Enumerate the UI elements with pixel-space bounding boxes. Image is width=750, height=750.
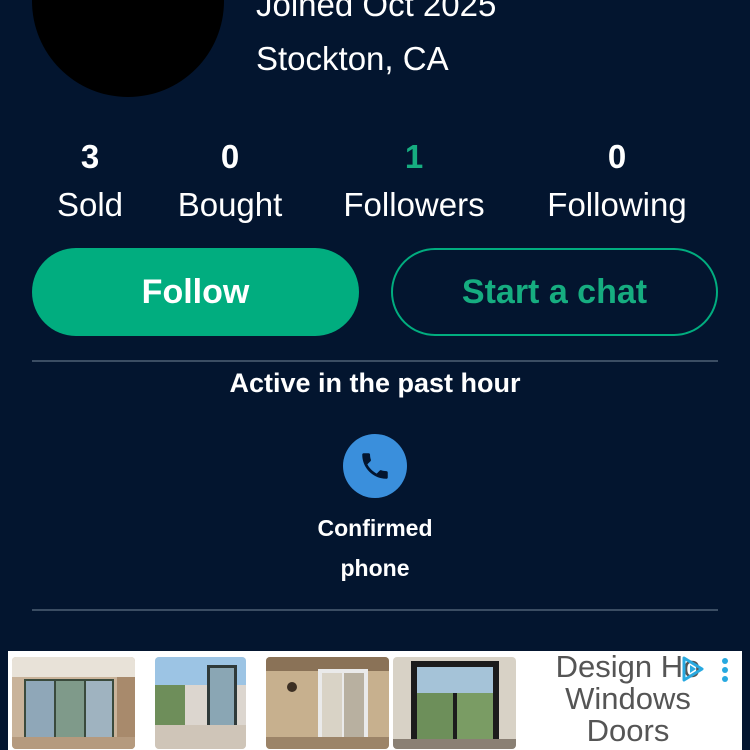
activity-status: Active in the past hour <box>229 368 521 398</box>
location: Stockton, CA <box>256 40 449 77</box>
stat-following[interactable]: 0 Following <box>547 137 686 233</box>
divider-bottom <box>32 609 718 611</box>
stat-sold-value: 3 <box>80 138 100 175</box>
ad-image-2[interactable] <box>155 657 246 749</box>
divider-top <box>32 360 718 362</box>
stat-sold[interactable]: 3 Sold <box>57 137 123 233</box>
adchoices-icon[interactable] <box>680 655 706 683</box>
ad-image-3[interactable] <box>266 657 389 749</box>
joined-date: Joined Oct 2025 <box>256 0 497 23</box>
stat-followers-value: 1 <box>404 138 424 175</box>
stat-following-value: 0 <box>607 138 627 175</box>
start-chat-button[interactable]: Start a chat <box>391 248 718 336</box>
ad-text-line-3: Doors <box>586 713 670 748</box>
stat-bought[interactable]: 0 Bought <box>178 137 283 233</box>
stat-bought-value: 0 <box>220 138 240 175</box>
ad-text-line-2: Windows <box>565 681 691 716</box>
confirmed-phone-badge <box>343 434 407 498</box>
phone-line: phone <box>340 555 410 581</box>
ad-image-4[interactable] <box>393 657 516 749</box>
confirmed-line: Confirmed <box>317 515 433 541</box>
stat-bought-label: Bought <box>177 186 283 223</box>
ad-image-1[interactable] <box>12 657 135 749</box>
stats-row: 3 Sold 0 Bought 1 Followers 0 Following <box>0 137 750 227</box>
stat-sold-label: Sold <box>56 186 124 223</box>
stat-followers[interactable]: 1 Followers <box>343 137 484 233</box>
avatar[interactable] <box>32 0 224 97</box>
phone-icon <box>362 453 388 479</box>
more-options-icon[interactable] <box>720 657 730 685</box>
stat-followers-label: Followers <box>343 186 485 223</box>
confirmed-phone-label: Confirmed phone <box>0 508 750 588</box>
stat-following-label: Following <box>547 186 687 223</box>
ad-banner[interactable]: Design Ho Windows Doors <box>8 651 742 750</box>
follow-button[interactable]: Follow <box>32 248 359 336</box>
